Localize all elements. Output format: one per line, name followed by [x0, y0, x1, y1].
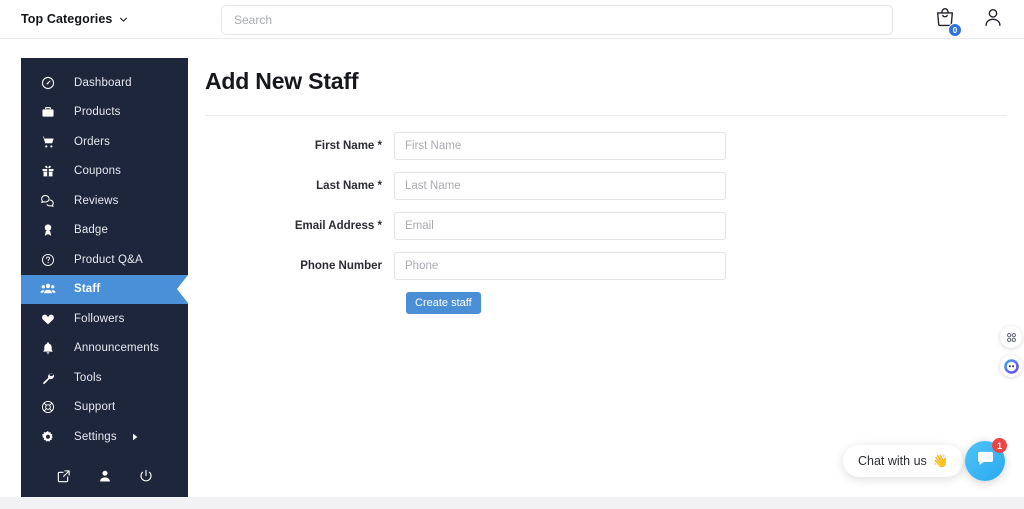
award-icon [39, 222, 56, 239]
form-actions: Create staff [205, 292, 1007, 314]
sidebar-item-label: Dashboard [74, 76, 132, 89]
sidebar-item-support[interactable]: Support [21, 393, 188, 423]
last-name-label: Last Name * [316, 180, 382, 192]
grid-apps-icon[interactable] [1000, 326, 1022, 348]
sidebar-item-badge[interactable]: Badge [21, 216, 188, 246]
chat-launcher-button[interactable]: 1 [965, 438, 1007, 481]
sidebar-item-reviews[interactable]: Reviews [21, 186, 188, 216]
bottom-strip [0, 497, 1024, 509]
sidebar-item-products[interactable]: Products [21, 98, 188, 128]
email-input[interactable] [394, 212, 726, 240]
sidebar-item-announcements[interactable]: Announcements [21, 334, 188, 364]
face-circle-icon[interactable] [1000, 355, 1022, 377]
top-categories-label: Top Categories [21, 12, 113, 26]
sidebar-item-dashboard[interactable]: Dashboard [21, 68, 188, 98]
user-icon[interactable] [982, 6, 1004, 33]
sidebar-item-product-qa[interactable]: Product Q&A [21, 245, 188, 275]
external-link-icon[interactable] [57, 469, 71, 483]
sidebar-item-followers[interactable]: Followers [21, 304, 188, 334]
chat-prompt-bubble[interactable]: Chat with us 👋 [843, 445, 964, 477]
phone-number-label: Phone Number [300, 260, 382, 272]
sidebar-item-label: Followers [74, 312, 125, 325]
briefcase-icon [39, 104, 56, 121]
add-staff-form: First Name * Last Name * Email Address *… [205, 132, 1007, 314]
phone-input[interactable] [394, 252, 726, 280]
sidebar: Dashboard Products Orders Coupons Review [21, 58, 188, 497]
chevron-down-icon [119, 15, 128, 24]
form-row-first-name: First Name * [205, 132, 1007, 160]
sidebar-item-label: Settings [74, 430, 117, 443]
user-icon[interactable] [98, 469, 112, 483]
header-icon-group: 0 [934, 0, 1004, 39]
sidebar-item-orders[interactable]: Orders [21, 127, 188, 157]
wrench-icon [39, 369, 56, 386]
cart-badge-count: 0 [948, 23, 962, 37]
top-categories-button[interactable]: Top Categories [21, 12, 128, 26]
sidebar-item-label: Announcements [74, 342, 160, 355]
first-name-input[interactable] [394, 132, 726, 160]
sidebar-item-label: Tools [74, 371, 102, 384]
sidebar-item-label: Reviews [74, 194, 119, 207]
chat-message-icon [976, 449, 995, 473]
form-row-email-address: Email Address * [205, 212, 1007, 240]
lifebuoy-icon [39, 399, 56, 416]
speedometer-icon [39, 74, 56, 91]
chat-prompt-text: Chat with us [858, 454, 927, 468]
chat-unread-badge: 1 [992, 438, 1007, 453]
sidebar-item-label: Orders [74, 135, 111, 148]
sidebar-item-tools[interactable]: Tools [21, 363, 188, 393]
users-icon [39, 281, 56, 298]
create-staff-button[interactable]: Create staff [406, 292, 481, 314]
sidebar-item-settings[interactable]: Settings [21, 422, 188, 452]
sidebar-footer [21, 469, 188, 483]
wave-hand-emoji: 👋 [932, 453, 949, 468]
sidebar-item-label: Products [74, 106, 121, 119]
floating-widget-group [1000, 326, 1022, 377]
sidebar-item-label: Coupons [74, 165, 122, 178]
form-row-phone-number: Phone Number [205, 252, 1007, 280]
search-container [221, 5, 893, 35]
sidebar-item-label: Support [74, 401, 116, 414]
gear-icon [39, 428, 56, 445]
last-name-input[interactable] [394, 172, 726, 200]
question-circle-icon [39, 251, 56, 268]
chat-bubbles-icon [39, 192, 56, 209]
top-header: Top Categories 0 [0, 0, 1024, 39]
shopping-bag-icon[interactable]: 0 [934, 6, 962, 37]
search-input[interactable] [221, 5, 893, 35]
left-gutter [0, 40, 21, 509]
bell-icon [39, 340, 56, 357]
main-content: Add New Staff First Name * Last Name * E… [205, 58, 1007, 314]
power-icon[interactable] [139, 469, 153, 483]
sidebar-item-coupons[interactable]: Coupons [21, 157, 188, 187]
gift-icon [39, 163, 56, 180]
shopping-cart-icon [39, 133, 56, 150]
heart-icon [39, 310, 56, 327]
caret-right-icon [131, 433, 139, 441]
form-actions-spacer [205, 292, 406, 314]
sidebar-item-staff[interactable]: Staff [21, 274, 188, 304]
sidebar-item-label: Staff [74, 283, 101, 296]
app-root: Top Categories 0 [0, 0, 1024, 509]
email-address-label: Email Address * [294, 220, 382, 232]
first-name-label: First Name * [314, 140, 382, 152]
page-title: Add New Staff [205, 68, 359, 94]
title-divider [205, 115, 1007, 116]
form-row-last-name: Last Name * [205, 172, 1007, 200]
sidebar-item-label: Product Q&A [74, 253, 143, 266]
sidebar-item-label: Badge [74, 224, 109, 237]
